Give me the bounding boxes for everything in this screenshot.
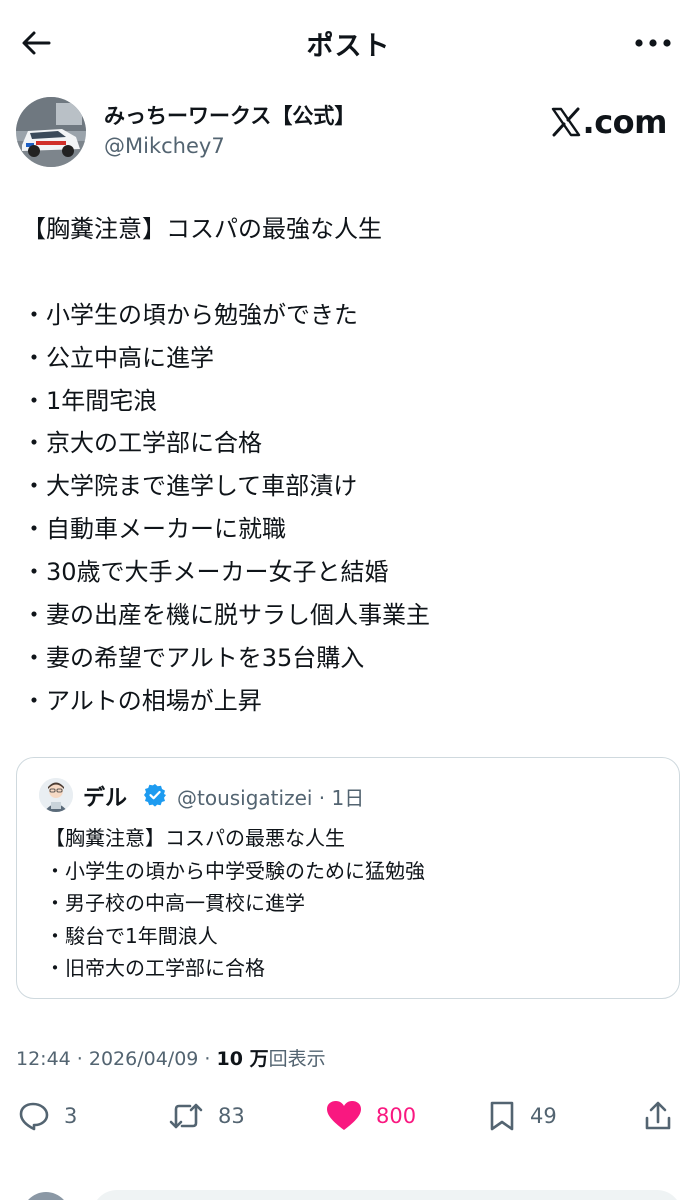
reply-compose-area [0, 1160, 697, 1200]
x-com-text: .com [582, 103, 668, 141]
x-com-watermark: .com [551, 102, 668, 142]
post-line: ・妻の出産を機に脱サラし個人事業主 [22, 601, 430, 630]
avatar-car-image [16, 97, 86, 167]
repost-icon [169, 1103, 203, 1129]
quote-line: 【胸糞注意】コスパの最悪な人生 [45, 826, 345, 850]
quote-author-name: デル [83, 786, 128, 811]
bookmark-count: 49 [530, 1104, 557, 1128]
post-meta: 12:44 · 2026/04/09 · 10 万回表示 [16, 1044, 326, 1071]
quote-line: ・男子校の中高一貫校に進学 [45, 891, 305, 915]
post-line: ・1年間宅浪 [22, 386, 158, 415]
author-name[interactable]: みっちーワークス【公式】 [104, 100, 355, 130]
top-bar: ポスト [0, 0, 697, 88]
page-title: ポスト [306, 31, 391, 62]
quote-line: ・旧帝大の工学部に合格 [45, 956, 265, 980]
bookmark-button[interactable]: 49 [488, 1094, 557, 1138]
like-count: 800 [376, 1104, 417, 1128]
reply-avatar [22, 1192, 70, 1200]
reply-input[interactable] [92, 1190, 682, 1200]
repost-button[interactable]: 83 [168, 1094, 245, 1138]
quote-avatar-illustration [39, 778, 73, 812]
post-datetime: 12:44 · 2026/04/09 · [16, 1048, 217, 1070]
heart-filled-icon [327, 1101, 361, 1130]
more-options-button[interactable] [631, 28, 675, 58]
post-line: ・アルトの相場が上昇 [22, 686, 262, 715]
like-button[interactable]: 800 [326, 1094, 416, 1138]
quote-text: 【胸糞注意】コスパの最悪な人生 ・小学生の頃から中学受験のために猛勉強 ・男子校… [45, 822, 665, 985]
post-line: ・大学院まで進学して車部漬け [22, 472, 358, 501]
quote-line: ・小学生の頃から中学受験のために猛勉強 [45, 858, 425, 883]
reply-icon [19, 1102, 49, 1131]
share-button[interactable] [644, 1094, 672, 1138]
action-bar: 3 83 800 49 [0, 1094, 697, 1138]
quote-line: ・駿台で1年間浪人 [45, 923, 218, 948]
post-line: ・妻の希望でアルトを35台購入 [22, 643, 365, 672]
bookmark-icon [490, 1101, 514, 1131]
post-line: ・公立中高に進学 [22, 343, 214, 372]
post-text: 【胸糞注意】コスパの最強な人生 ・小学生の頃から勉強ができた ・公立中高に進学 … [22, 208, 682, 723]
post-line-blank [22, 251, 682, 294]
reply-button[interactable]: 3 [18, 1094, 77, 1138]
share-icon [645, 1101, 671, 1130]
author-handle[interactable]: @Mikchey7 [104, 134, 225, 158]
post-line: ・京大の工学部に合格 [22, 429, 262, 458]
views-label: 回表示 [268, 1048, 326, 1070]
more-dots-icon [635, 39, 671, 47]
views-count[interactable]: 10 万 [217, 1048, 269, 1070]
quoted-post-card[interactable]: デル @tousigatizei · 1日 【胸糞注意】コスパの最悪な人生 ・小… [16, 757, 680, 999]
reply-count: 3 [64, 1104, 78, 1128]
repost-count: 83 [218, 1104, 245, 1128]
post-line: ・30歳で大手メーカー女子と結婚 [22, 558, 389, 587]
post-line: 【胸糞注意】コスパの最強な人生 [22, 215, 382, 243]
post-line: ・小学生の頃から勉強ができた [22, 300, 358, 329]
quote-handle-time: @tousigatizei · 1日 [177, 786, 365, 810]
quote-avatar [39, 778, 73, 812]
verified-badge-icon [144, 784, 166, 807]
post-line: ・自動車メーカーに就職 [22, 515, 286, 544]
x-logo-icon [551, 107, 580, 137]
author-avatar[interactable] [16, 97, 86, 167]
